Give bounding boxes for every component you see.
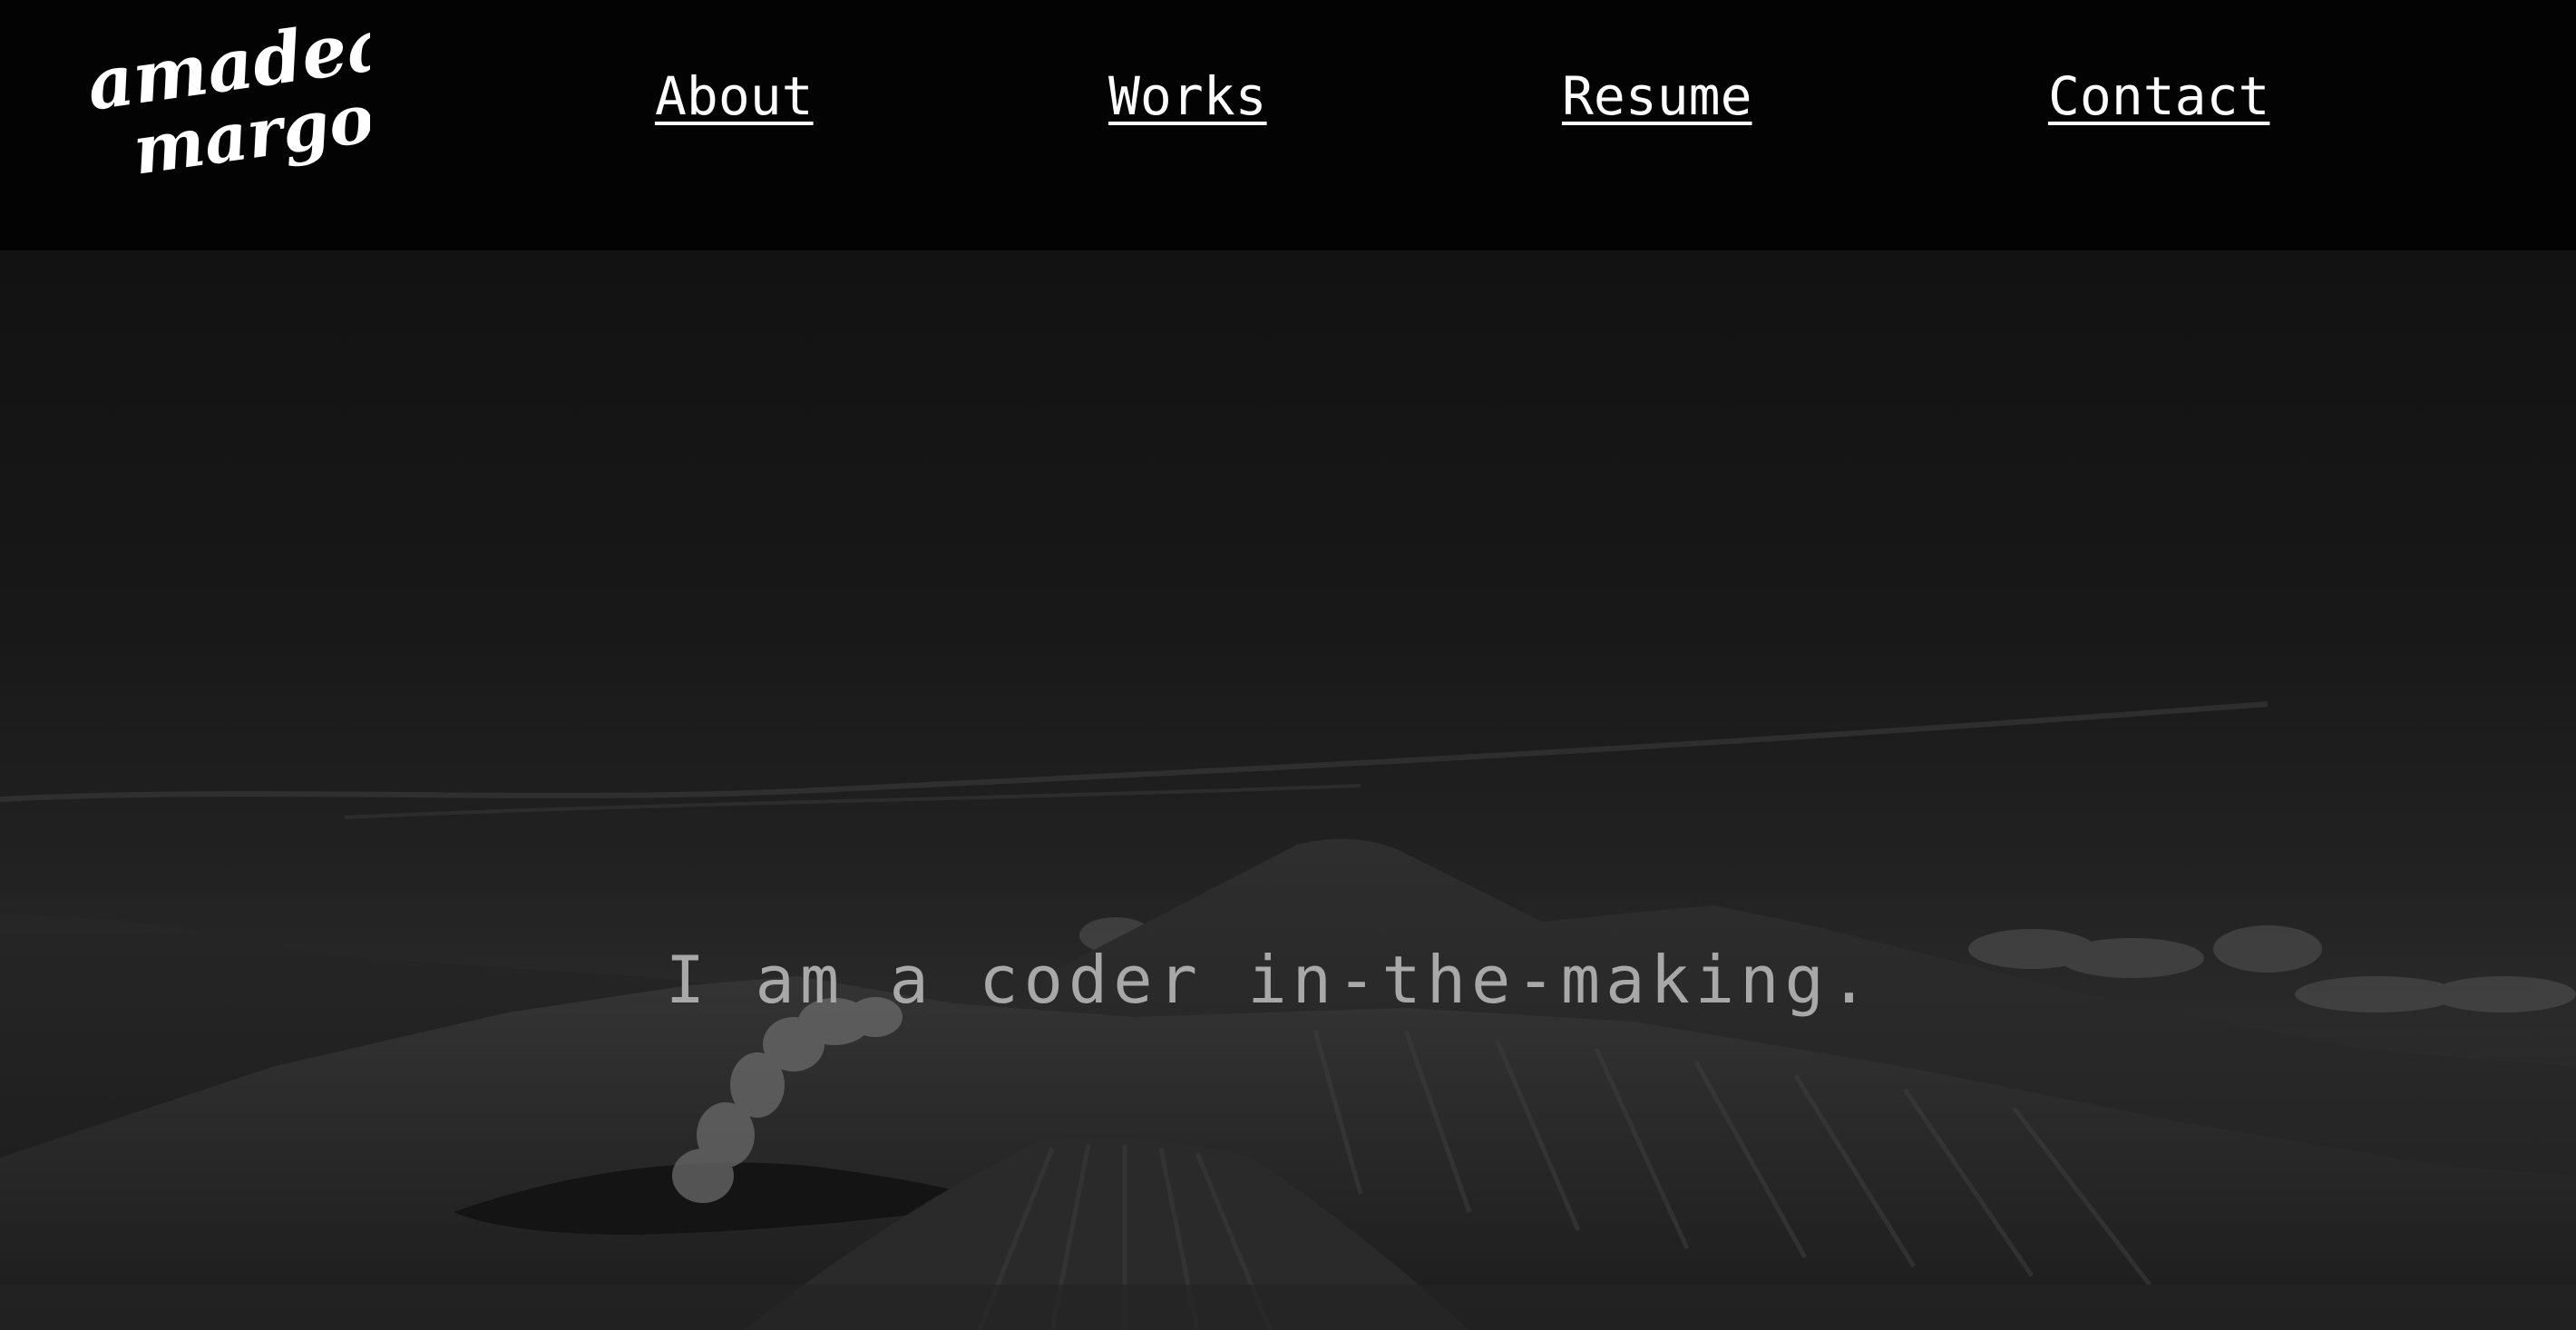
nav-link-contact[interactable]: Contact — [2048, 60, 2269, 132]
site-logo[interactable]: amadea margo — [80, 7, 370, 189]
mountain-landscape-image — [0, 701, 2576, 1330]
nav-link-works[interactable]: Works — [1108, 60, 1267, 132]
page: amadea margo About Works Resume Contact — [0, 0, 2576, 1330]
hero-section: I am a coder in-the-making. — [0, 250, 2576, 1330]
hero-tagline: I am a coder in-the-making. — [665, 942, 1875, 1018]
nav-link-resume[interactable]: Resume — [1562, 60, 1752, 132]
site-header: amadea margo About Works Resume Contact — [0, 0, 2576, 250]
nav-link-about[interactable]: About — [655, 60, 814, 132]
